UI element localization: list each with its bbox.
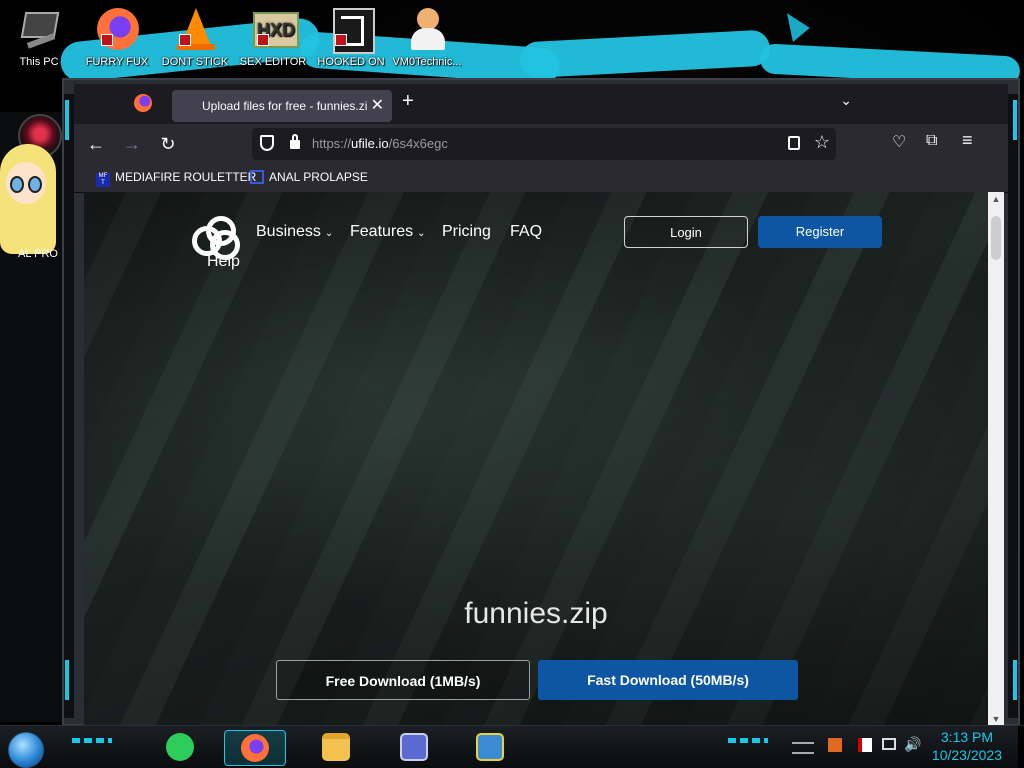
scroll-up-icon[interactable]: ▲ [988,194,1004,204]
nav-bar: ← → ↻ https://ufile.io/6s4x6egc ☆ ♡ ⧉ ≡ [74,124,1008,164]
tray-expand-icon[interactable] [792,742,814,754]
volume-icon[interactable]: 🔊 [904,736,921,753]
web-page: Business ⌄ Features ⌄ Pricing FAQ Help Log… [84,192,1004,726]
reader-view-icon[interactable] [788,136,800,150]
ufile-logo-icon[interactable] [192,216,240,260]
cursor-icon [776,7,810,43]
firefox-icon [241,734,269,762]
register-button[interactable]: Register [758,216,882,248]
system-clock[interactable]: 3:13 PM 10/23/2023 [932,728,1002,764]
desktop-icon-dont-stick[interactable]: DONT STICK [160,6,230,69]
forward-button[interactable]: → [120,132,144,156]
taskbar-file-explorer[interactable] [306,730,366,764]
bookmarks-toolbar: MF T MEDIAFIRE ROULETTER ANAL PROLAPSE [74,164,1008,193]
pc-icon [17,6,61,52]
tab-active[interactable]: Upload files for free - funnies.zi ✕ [172,90,392,122]
start-button[interactable] [8,732,44,768]
desktop-icon-furry-fux[interactable]: FURRY FUX [82,6,152,69]
notes-icon [166,733,194,761]
desktop-icon-hooked-on[interactable]: HOOKED ON [316,6,386,69]
list-tabs-chevron-icon[interactable]: ⌄ [840,92,852,109]
menu-icon[interactable]: ≡ [962,130,973,151]
folder-icon [322,733,350,761]
new-tab-button[interactable]: + [402,90,414,113]
bookmark-arrow-icon [250,170,264,184]
taskbar-notes[interactable] [150,730,210,764]
url-bar[interactable]: https://ufile.io/6s4x6egc ☆ [252,128,836,160]
firefox-view-icon[interactable] [134,94,152,112]
sidebar-label: AL PRO [18,248,58,260]
pocket-icon[interactable]: ♡ [892,132,906,152]
clock-date: 10/23/2023 [931,747,1002,763]
taskbar-control-panel[interactable] [384,730,444,764]
network-icon[interactable] [882,738,896,750]
taskbar-tool[interactable] [460,730,520,764]
chevron-down-icon: ⌄ [324,228,334,239]
tracking-shield-icon[interactable] [260,135,274,151]
desktop-sidebar: AL PRO [0,112,70,722]
bookmark-anal-prolapse[interactable]: ANAL PROLAPSE [250,170,368,184]
desktop-icon-sex-editor[interactable]: HXD SEX EDITOR [238,6,308,69]
window-card-icon [400,733,428,761]
nav-pricing[interactable]: Pricing [442,223,491,241]
doctor-icon [405,6,449,52]
taskbar-firefox[interactable] [224,730,286,766]
tab-title: Upload files for free - funnies.zi [202,99,367,113]
vlc-cone-icon [173,6,217,52]
tab-close-icon[interactable]: ✕ [371,95,384,115]
page-scrollbar[interactable]: ▲ ▼ [988,192,1004,726]
scroll-down-icon[interactable]: ▼ [988,714,1004,724]
nav-help[interactable]: Help [207,253,240,271]
clock-time: 3:13 PM [940,729,994,745]
tab-bar: Upload files for free - funnies.zi ✕ + ⌄ [74,84,1008,124]
desktop-icon-vm0[interactable]: VM0Technic... [392,6,462,69]
taskbar: 🔊 3:13 PM 10/23/2023 [0,725,1024,768]
action-center-flag-icon[interactable] [858,738,872,752]
desktop-icon-this-pc[interactable]: This PC [4,6,74,69]
wallpaper-stroke [519,29,771,79]
nav-features[interactable]: Features ⌄ [350,223,426,241]
nav-faq[interactable]: FAQ [510,223,542,241]
game-icon [329,6,375,54]
file-name: funnies.zip [464,597,608,630]
bookmark-star-icon[interactable]: ☆ [814,132,830,153]
character-image [0,144,68,264]
chevron-down-icon: ⌄ [417,228,426,239]
free-download-button[interactable]: Free Download (1MB/s) [276,660,530,700]
url-text[interactable]: https://ufile.io/6s4x6egc [312,136,448,151]
back-button[interactable]: ← [84,132,108,156]
browser-window: Upload files for free - funnies.zi ✕ + ⌄… [62,78,1020,726]
hex-editor-icon: HXD [251,6,299,52]
firefox-icon [95,6,139,52]
reload-button[interactable]: ↻ [156,132,180,156]
tray-app-icon[interactable] [828,738,842,752]
fast-download-button[interactable]: Fast Download (50MB/s) [538,660,798,700]
extensions-icon[interactable]: ⧉ [926,132,937,150]
nav-business[interactable]: Business ⌄ [256,223,333,241]
login-button[interactable]: Login [624,216,748,248]
lock-icon[interactable] [290,134,300,149]
scrollbar-thumb[interactable] [991,216,1001,260]
bookmark-mediafire-rouletter[interactable]: MF T MEDIAFIRE ROULETTER [96,170,256,187]
mft-icon: MF T [96,173,110,187]
shield-warning-icon [476,733,504,761]
